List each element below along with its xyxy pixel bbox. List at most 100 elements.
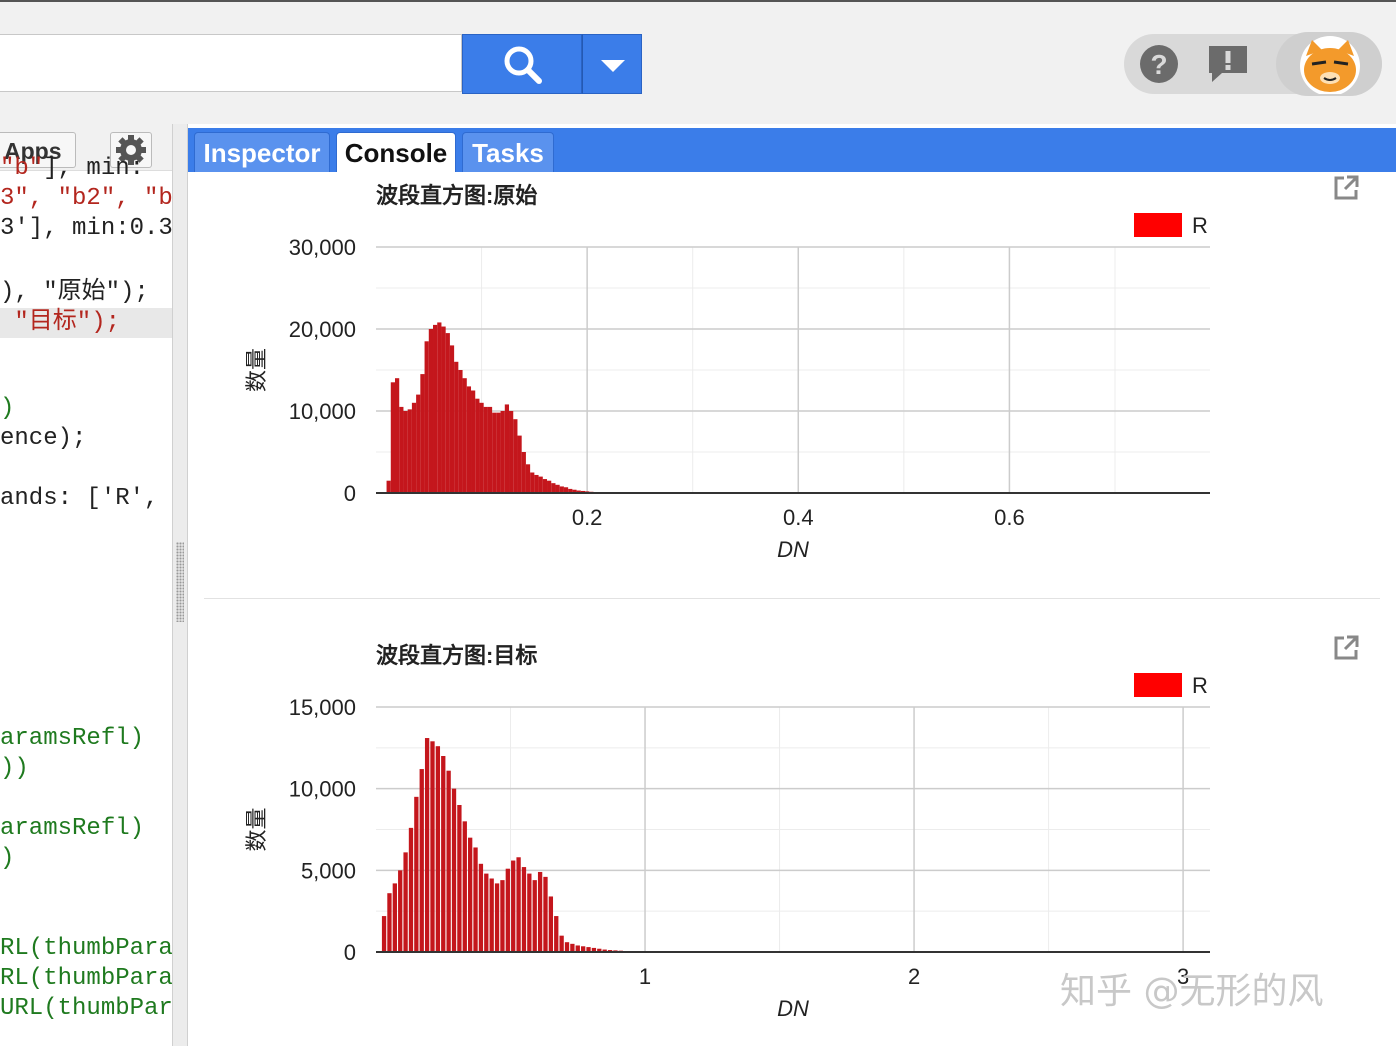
code-line: ) — [0, 844, 14, 874]
code-line: RL(thumbPara — [0, 964, 173, 994]
feedback-icon[interactable] — [1206, 43, 1250, 85]
code-line: ands: ['R', — [0, 484, 158, 514]
histogram-bar — [454, 362, 458, 493]
code-line: ) — [0, 394, 14, 424]
splitter-grip[interactable] — [176, 542, 184, 622]
histogram-bar — [559, 936, 563, 952]
histogram-bar — [412, 403, 416, 493]
histogram-bar — [526, 464, 530, 493]
histogram-bar — [425, 341, 429, 493]
histogram-bar — [475, 399, 479, 493]
histogram-bar — [452, 789, 456, 952]
histogram-bar — [463, 821, 467, 952]
histogram-bar — [511, 861, 515, 952]
search-icon — [463, 35, 583, 95]
histogram-bar — [446, 333, 450, 493]
histogram-bar — [543, 877, 547, 952]
y-tick-label: 10,000 — [289, 399, 356, 424]
y-tick-label: 0 — [344, 940, 356, 965]
histogram-bar — [436, 746, 440, 952]
histogram-bar — [416, 395, 420, 493]
histogram-bar — [458, 370, 462, 493]
histogram-bar — [538, 872, 542, 952]
histogram-bar — [450, 345, 454, 493]
chart-title: 波段直方图:原始 — [376, 178, 537, 210]
histogram-bar — [467, 386, 471, 493]
panel-splitter[interactable] — [172, 124, 188, 1046]
histogram-bar — [409, 828, 413, 952]
chart-title: 波段直方图:目标 — [376, 638, 537, 670]
caret-down-icon — [583, 35, 643, 95]
histogram-bar — [509, 411, 513, 493]
tab-console[interactable]: Console — [336, 132, 456, 172]
help-icon[interactable]: ? — [1138, 43, 1180, 85]
histogram-bar — [516, 857, 520, 952]
histogram-bar — [522, 452, 526, 493]
user-avatar[interactable] — [1276, 32, 1382, 96]
open-in-new-window-icon[interactable] — [1332, 634, 1360, 662]
histogram-bar — [408, 409, 412, 493]
tab-inspector[interactable]: Inspector — [194, 132, 330, 172]
histogram-bar — [414, 797, 418, 952]
x-tick-label: 1 — [639, 964, 651, 989]
histogram-bar — [430, 741, 434, 952]
histogram-bar — [437, 322, 441, 493]
watermark: 知乎 @无形的风 — [1060, 962, 1323, 1014]
tab-tasks[interactable]: Tasks — [462, 132, 554, 172]
histogram-bar — [399, 407, 403, 493]
code-line: aramsRefl) — [0, 724, 144, 754]
output-tab-bar: Inspector Console Tasks — [188, 128, 1396, 172]
histogram-bar — [398, 870, 402, 952]
code-line: RL(thumbPara — [0, 934, 173, 964]
histogram-bar — [506, 869, 510, 952]
x-axis-label: DN — [777, 996, 809, 1021]
histogram-bar — [433, 325, 437, 493]
histogram-bar — [471, 391, 475, 494]
y-tick-label: 15,000 — [289, 695, 356, 720]
histogram-bar — [517, 436, 521, 493]
histogram-bar — [501, 411, 505, 493]
histogram-bar — [513, 419, 517, 493]
histogram-bar — [441, 327, 445, 493]
cat-avatar-icon — [1298, 34, 1362, 94]
code-line: "b"], min: — [0, 154, 144, 184]
histogram-bar — [387, 893, 391, 952]
histogram-bar — [488, 407, 492, 493]
histogram-bar — [479, 403, 483, 493]
histogram-bar — [446, 771, 450, 952]
histogram-bar — [530, 473, 534, 494]
histogram-bar — [554, 916, 558, 952]
histogram-bar — [468, 838, 472, 952]
histogram-bar — [387, 481, 391, 493]
x-tick-label: 0.4 — [783, 505, 814, 530]
search-input[interactable] — [0, 34, 462, 92]
histogram-bar — [463, 378, 467, 493]
y-axis-label: 数量 — [244, 807, 269, 851]
code-area[interactable]: "b"], min: 3", "b2", "b 3'], min:0.3 ), … — [0, 170, 172, 1046]
x-tick-label: 2 — [908, 964, 920, 989]
histogram-bar — [490, 879, 494, 953]
y-tick-label: 5,000 — [301, 858, 356, 883]
y-tick-label: 10,000 — [289, 777, 356, 802]
histogram-bar — [570, 944, 574, 952]
histogram-bar — [420, 769, 424, 952]
x-axis-label: DN — [777, 537, 809, 562]
legend-swatch — [1134, 673, 1182, 697]
y-tick-label: 30,000 — [289, 235, 356, 260]
histogram-bar — [395, 378, 399, 493]
y-axis-label: 数量 — [244, 348, 269, 392]
histogram-bar — [403, 411, 407, 493]
open-in-new-window-icon[interactable] — [1332, 174, 1360, 202]
histogram-bar — [547, 481, 551, 493]
histogram-bar — [403, 852, 407, 952]
histogram-bar — [549, 896, 553, 952]
search-button[interactable] — [462, 34, 582, 94]
histogram-bar — [543, 479, 547, 493]
search-options-button[interactable] — [582, 34, 642, 94]
histogram-bar — [539, 477, 543, 493]
histogram-bar — [484, 874, 488, 952]
histogram-chart-original: 010,00020,00030,0000.20.40.6DN数量R — [228, 208, 1288, 628]
code-line: ), "原始"); — [0, 278, 149, 308]
histogram-bar — [496, 413, 500, 493]
histogram-bar — [565, 942, 569, 952]
